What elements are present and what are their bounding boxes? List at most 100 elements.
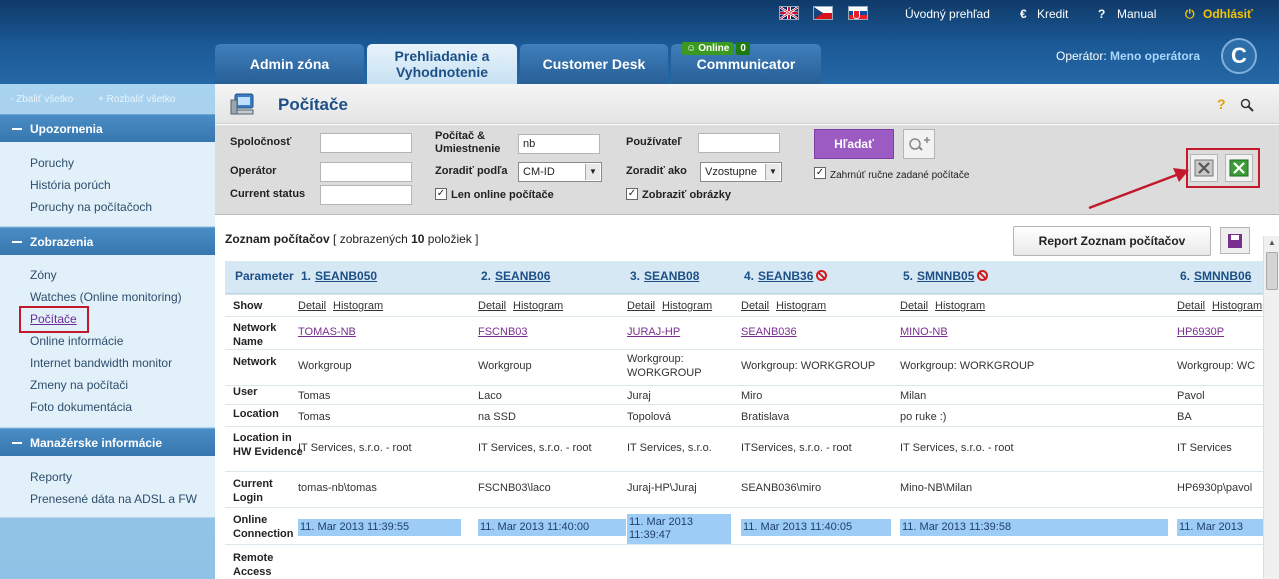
sidebar-item-fault-history[interactable]: História porúch [30,178,111,192]
sk-flag-icon[interactable] [848,6,868,20]
computer-id-link[interactable]: SEANB06 [495,269,550,283]
credit-link[interactable]: Kredit [1037,6,1068,22]
tab-browse-evaluate[interactable]: Prehliadanie a Vyhodnotenie [367,44,517,84]
sidebar-item-bandwidth[interactable]: Internet bandwidth monitor [30,356,172,370]
top-header: Úvodný prehľad € Kredit ? Manual ⏻ Odhlá… [0,0,1279,84]
detail-link[interactable]: Detail [900,299,928,313]
company-input[interactable] [320,133,412,153]
row-divider [225,385,1263,386]
network-value: Workgroup: WORKGROUP [627,353,702,379]
show-images-checkbox[interactable]: ✓ [626,188,638,200]
manual-pcs-checkbox[interactable]: ✓ [814,167,826,179]
tab-admin-zone[interactable]: Admin zóna [215,44,364,84]
row-label: Remote Access [233,552,274,578]
sort-as-select[interactable]: Vzostupne ▼ [700,162,782,182]
network-name-link[interactable]: FSCNB03 [478,325,528,339]
network-name-link[interactable]: SEANB036 [741,325,797,339]
detail-link[interactable]: Detail [627,299,655,313]
hw-location-value: IT Services, s.r.o. - root [298,442,412,454]
sidebar-item-adsl-data[interactable]: Prenesené dáta na ADSL a FW [30,492,197,506]
app-logo: C [1221,38,1257,74]
detail-link[interactable]: Detail [478,299,506,313]
show-images-label: Zobraziť obrázky [642,189,732,201]
column-number: 2. [481,269,492,283]
online-only-checkbox[interactable]: ✓ [435,188,447,200]
network-name-link[interactable]: JURAJ-HP [627,325,680,339]
histogram-link[interactable]: Histogram [1212,299,1262,313]
operator-name[interactable]: Meno operátora [1110,48,1200,64]
logout-link[interactable]: Odhlásiť [1203,6,1253,22]
network-name-link[interactable]: TOMAS-NB [298,325,356,339]
table-header-row: Parameter 1. SEANB050 2. SEANB06 3. SEANB08 4.… [225,261,1263,294]
network-name-link[interactable]: HP6930P [1177,325,1224,339]
network-name-link[interactable]: MINO-NB [900,325,948,339]
help-icon[interactable]: ? [1217,96,1226,112]
computer-id-link[interactable]: SMNNB05 [917,269,974,283]
search-button[interactable]: Hľadať [814,129,894,159]
sidebar-section-alerts[interactable]: Upozornenia [0,114,215,142]
list-count-suffix: položiek ] [424,232,479,246]
expand-all-link[interactable]: + Rozbaliť všetko [98,94,175,105]
histogram-link[interactable]: Histogram [662,299,712,313]
blocked-icon [977,270,989,281]
histogram-link[interactable]: Histogram [935,299,985,313]
sidebar-section-management[interactable]: Manažérske informácie [0,428,215,456]
company-label: Spoločnosť [230,136,292,148]
overview-link[interactable]: Úvodný prehľad [905,6,990,22]
sidebar-item-pc-faults[interactable]: Poruchy na počítačoch [30,200,152,214]
column-number: 3. [630,269,641,283]
network-value: Workgroup [478,360,532,372]
operator-input[interactable] [320,162,412,182]
sidebar-item-photo-docs[interactable]: Foto dokumentácia [30,400,132,414]
detail-link[interactable]: Detail [1177,299,1205,313]
login-value: tomas-nb\tomas [298,482,377,494]
scroll-up-icon[interactable]: ▲ [1264,236,1279,250]
column-number: 5. [903,269,914,283]
computer-id-link[interactable]: SMNNB06 [1194,269,1251,283]
operator-label: Operátor: [1056,49,1107,63]
sidebar-item-reports[interactable]: Reporty [30,470,72,484]
online-count: 0 [736,41,750,55]
histogram-link[interactable]: Histogram [776,299,826,313]
sidebar-section-management-body: Reporty Prenesené dáta na ADSL a FW [0,456,215,518]
location-value: Tomas [298,411,331,423]
detail-link[interactable]: Detail [741,299,769,313]
login-value: Mino-NB\Milan [900,482,973,494]
sort-by-select[interactable]: CM-ID ▼ [518,162,602,182]
computer-id-link[interactable]: SEANB050 [315,269,377,283]
user-value: Miro [741,390,763,402]
computer-id-link[interactable]: SEANB08 [644,269,699,283]
histogram-link[interactable]: Histogram [513,299,563,313]
computer-id-link[interactable]: SEANB36 [758,269,813,283]
uk-flag-icon[interactable] [779,6,799,20]
vertical-scrollbar[interactable]: ▲ [1263,236,1279,579]
row-label: Online Connection [233,514,294,540]
sort-as-value: Vzostupne [705,166,757,178]
collapse-all-link[interactable]: - Zbaliť všetko [10,94,73,105]
page-title-bar: Počítače ? [215,84,1279,124]
save-button[interactable] [1220,227,1250,254]
sidebar-section-views[interactable]: Zobrazenia [0,227,215,255]
scroll-thumb[interactable] [1266,252,1278,290]
status-input[interactable] [320,185,412,205]
manual-link[interactable]: Manual [1117,6,1156,22]
detail-link[interactable]: Detail [298,299,326,313]
hw-location-value: IT Services, s.r.o. - root [478,442,592,454]
cz-flag-icon[interactable] [813,6,833,20]
sidebar-item-zones[interactable]: Zóny [30,268,57,282]
search-icon[interactable] [1240,98,1254,112]
zoom-plus-icon [909,137,930,151]
report-button[interactable]: Report Zoznam počítačov [1013,226,1211,256]
online-connection-value: 11. Mar 2013 11:39:55 [298,519,461,536]
sidebar-item-online-info[interactable]: Online informácie [30,334,123,348]
add-filter-button[interactable] [903,129,935,159]
row-label: Current Login [233,478,273,504]
sidebar-item-watches[interactable]: Watches (Online monitoring) [30,290,182,304]
sidebar-item-faults[interactable]: Poruchy [30,156,74,170]
histogram-link[interactable]: Histogram [333,299,383,313]
user-input[interactable] [698,133,780,153]
pc-input[interactable]: nb [518,134,600,154]
tab-customer-desk[interactable]: Customer Desk [520,44,668,84]
column-number: 1. [301,269,312,283]
sidebar-item-pc-changes[interactable]: Zmeny na počítači [30,378,128,392]
